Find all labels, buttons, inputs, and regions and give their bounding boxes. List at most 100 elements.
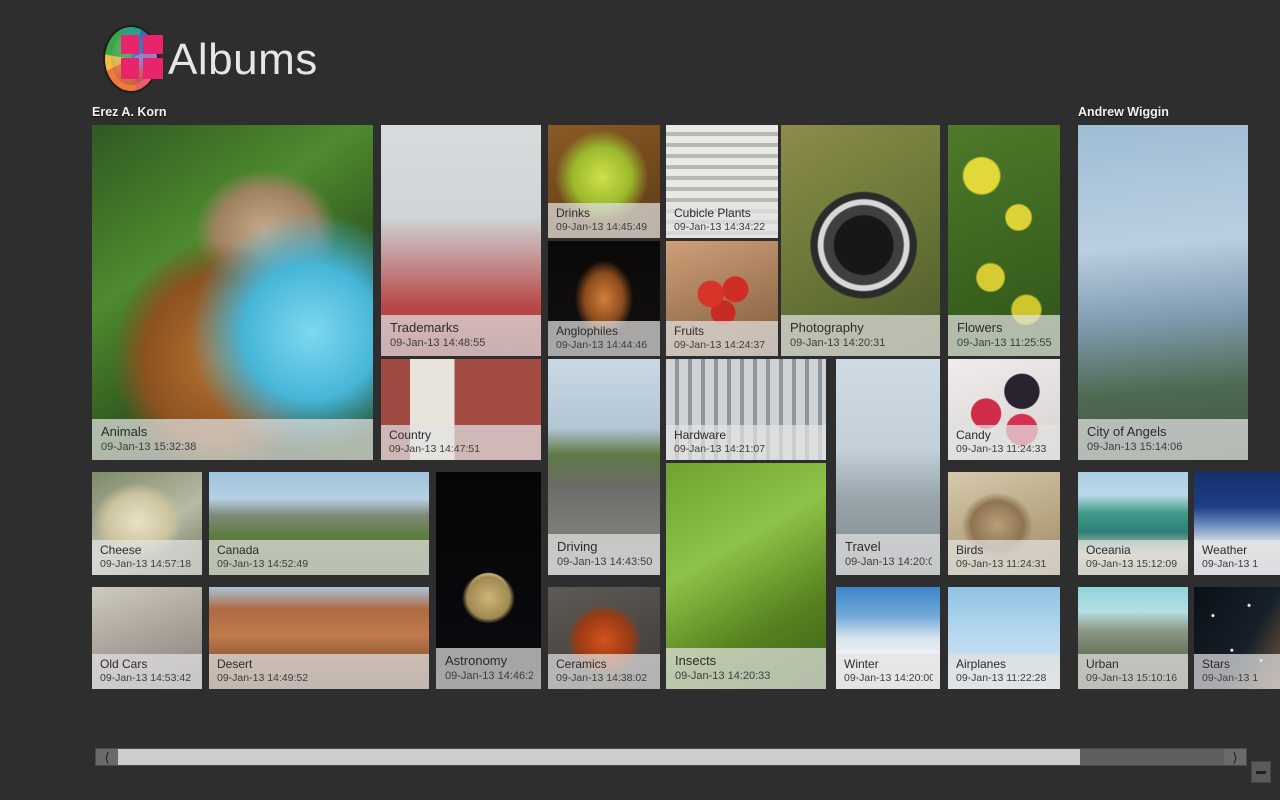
album-title: Ceramics — [556, 657, 607, 671]
album-date: 09-Jan-13 15:12:09 — [1086, 558, 1178, 570]
album-caption: Cheese 09-Jan-13 14:57:18 — [92, 540, 202, 575]
album-tile[interactable]: Photography 09-Jan-13 14:20:31 — [781, 125, 940, 356]
album-caption: Oceania 09-Jan-13 15:12:09 — [1078, 540, 1188, 575]
album-tile[interactable]: Stars 09-Jan-13 1 — [1194, 587, 1280, 689]
album-tile[interactable]: Old Cars 09-Jan-13 14:53:42 — [92, 587, 202, 689]
album-caption: Astronomy 09-Jan-13 14:46:26 — [436, 648, 541, 689]
album-date: 09-Jan-13 14:47:51 — [389, 443, 481, 455]
album-tile[interactable]: Weather 09-Jan-13 1 — [1194, 472, 1280, 575]
album-caption: Animals 09-Jan-13 15:32:38 — [92, 419, 373, 460]
album-date: 09-Jan-13 14:38:02 — [556, 672, 648, 684]
album-caption: Stars 09-Jan-13 1 — [1194, 654, 1280, 689]
album-title: Insects — [675, 653, 717, 668]
album-caption: Candy 09-Jan-13 11:24:33 — [948, 425, 1060, 460]
album-tile[interactable]: Country 09-Jan-13 14:47:51 — [381, 359, 541, 460]
album-title: Canada — [217, 543, 260, 557]
album-date: 09-Jan-13 14:24:37 — [674, 339, 766, 351]
album-tile[interactable]: Desert 09-Jan-13 14:49:52 — [209, 587, 429, 689]
album-date: 09-Jan-13 14:48:55 — [390, 337, 486, 349]
album-date: 09-Jan-13 14:43:50 — [557, 556, 652, 568]
album-tile[interactable]: Insects 09-Jan-13 14:20:33 — [666, 463, 826, 689]
scrollbar-thumb[interactable] — [118, 749, 1081, 765]
album-date: 09-Jan-13 15:14:06 — [1087, 441, 1183, 453]
album-date: 09-Jan-13 1 — [1202, 672, 1259, 684]
album-date: 09-Jan-13 14:20:31 — [790, 337, 886, 349]
album-tile[interactable]: Winter 09-Jan-13 14:20:00 — [836, 587, 940, 689]
album-date: 09-Jan-13 1 — [1202, 558, 1259, 570]
album-title: Country — [389, 428, 432, 442]
album-date: 09-Jan-13 14:52:49 — [217, 558, 309, 570]
album-date: 09-Jan-13 14:20:00 — [844, 672, 933, 684]
album-caption: Driving 09-Jan-13 14:43:50 — [548, 534, 660, 575]
album-caption: Travel 09-Jan-13 14:20:02 — [836, 534, 940, 575]
album-title: Winter — [844, 657, 879, 671]
album-caption: Fruits 09-Jan-13 14:24:37 — [666, 321, 778, 356]
album-tile[interactable]: Canada 09-Jan-13 14:52:49 — [209, 472, 429, 575]
album-date: 09-Jan-13 14:20:33 — [675, 670, 771, 682]
album-title: Flowers — [957, 320, 1003, 335]
album-tile[interactable]: Flowers 09-Jan-13 11:25:55 — [948, 125, 1060, 356]
horizontal-scrollbar[interactable]: ⟨ ⟩ — [95, 748, 1247, 766]
album-title: Desert — [217, 657, 253, 671]
album-title: Candy — [956, 428, 991, 442]
album-date: 09-Jan-13 14:53:42 — [100, 672, 192, 684]
album-tile[interactable]: Drinks 09-Jan-13 14:45:49 — [548, 125, 660, 238]
album-date: 09-Jan-13 14:46:26 — [445, 670, 533, 682]
album-tile[interactable]: Cubicle Plants 09-Jan-13 14:34:22 — [666, 125, 778, 238]
album-title: Weather — [1202, 543, 1248, 557]
album-caption: Canada 09-Jan-13 14:52:49 — [209, 540, 429, 575]
album-caption: Urban 09-Jan-13 15:10:16 — [1078, 654, 1188, 689]
album-thumbnail — [92, 125, 373, 460]
album-caption: Old Cars 09-Jan-13 14:53:42 — [92, 654, 202, 689]
album-tile[interactable]: Trademarks 09-Jan-13 14:48:55 — [381, 125, 541, 356]
album-caption: Anglophiles 09-Jan-13 14:44:46 — [548, 321, 660, 356]
album-date: 09-Jan-13 11:25:55 — [957, 337, 1052, 349]
album-caption: Airplanes 09-Jan-13 11:22:28 — [948, 654, 1060, 689]
album-date: 09-Jan-13 14:21:07 — [674, 443, 766, 455]
album-caption: Photography 09-Jan-13 14:20:31 — [781, 315, 940, 356]
album-caption: Birds 09-Jan-13 11:24:31 — [948, 540, 1060, 575]
album-title: Driving — [557, 539, 598, 554]
album-date: 09-Jan-13 11:22:28 — [956, 672, 1047, 684]
album-caption: Drinks 09-Jan-13 14:45:49 — [548, 203, 660, 238]
album-tile[interactable]: Driving 09-Jan-13 14:43:50 — [548, 359, 660, 575]
album-title: Photography — [790, 320, 864, 335]
album-tile[interactable]: Hardware 09-Jan-13 14:21:07 — [666, 359, 826, 460]
album-tile[interactable]: Animals 09-Jan-13 15:32:38 — [92, 125, 373, 460]
album-tile[interactable]: Anglophiles 09-Jan-13 14:44:46 — [548, 241, 660, 356]
album-tile[interactable]: Fruits 09-Jan-13 14:24:37 — [666, 241, 778, 356]
album-caption: Ceramics 09-Jan-13 14:38:02 — [548, 654, 660, 689]
album-caption: Hardware 09-Jan-13 14:21:07 — [666, 425, 826, 460]
album-date: 09-Jan-13 15:32:38 — [101, 441, 197, 453]
album-tile[interactable]: Travel 09-Jan-13 14:20:02 — [836, 359, 940, 575]
album-title: Birds — [956, 543, 984, 557]
album-tile[interactable]: City of Angels 09-Jan-13 15:14:06 — [1078, 125, 1248, 460]
album-tile[interactable]: Ceramics 09-Jan-13 14:38:02 — [548, 587, 660, 689]
album-tile[interactable]: Oceania 09-Jan-13 15:12:09 — [1078, 472, 1188, 575]
album-date: 09-Jan-13 14:34:22 — [674, 221, 766, 233]
album-caption: Cubicle Plants 09-Jan-13 14:34:22 — [666, 203, 778, 238]
album-title: Travel — [845, 539, 881, 554]
album-tile[interactable]: Candy 09-Jan-13 11:24:33 — [948, 359, 1060, 460]
album-title: Stars — [1202, 657, 1231, 671]
album-title: Urban — [1086, 657, 1119, 671]
album-tile[interactable]: Astronomy 09-Jan-13 14:46:26 — [436, 472, 541, 689]
album-title: Trademarks — [390, 320, 459, 335]
album-title: Old Cars — [100, 657, 148, 671]
album-caption: Desert 09-Jan-13 14:49:52 — [209, 654, 429, 689]
album-date: 09-Jan-13 14:45:49 — [556, 221, 648, 233]
chevron-right-icon[interactable]: ⟩ — [1224, 749, 1246, 765]
album-title: Oceania — [1086, 543, 1131, 557]
album-tile[interactable]: Airplanes 09-Jan-13 11:22:28 — [948, 587, 1060, 689]
album-title: Astronomy — [445, 653, 508, 668]
album-title: Hardware — [674, 428, 727, 442]
album-tile[interactable]: Birds 09-Jan-13 11:24:31 — [948, 472, 1060, 575]
semantic-zoom-out-button[interactable] — [1251, 761, 1271, 783]
album-title: Fruits — [674, 324, 704, 338]
album-tile[interactable]: Urban 09-Jan-13 15:10:16 — [1078, 587, 1188, 689]
album-tile[interactable]: Cheese 09-Jan-13 14:57:18 — [92, 472, 202, 575]
scrollbar-track[interactable] — [118, 749, 1224, 765]
chevron-left-icon[interactable]: ⟨ — [96, 749, 118, 765]
album-date: 09-Jan-13 14:20:02 — [845, 556, 932, 568]
album-title: Anglophiles — [556, 324, 619, 338]
